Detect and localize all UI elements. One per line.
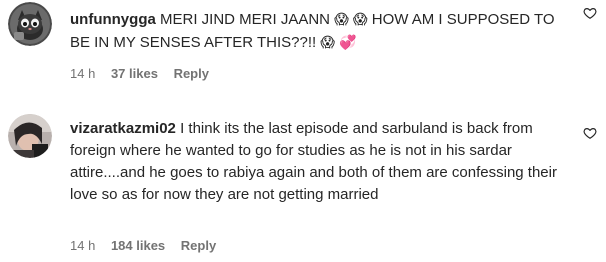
comment-text: vizaratkazmi02 I think its the last epis… bbox=[70, 118, 560, 206]
screaming-face-emoji-icon: 😱 bbox=[320, 34, 335, 50]
comment-meta: 14 h 184 likes Reply bbox=[70, 238, 228, 253]
comment-item: unfunnygga MERI JIND MERI JAANN 😱 😱 HOW … bbox=[0, 0, 606, 100]
heart-outline-icon[interactable] bbox=[583, 6, 597, 20]
reply-button[interactable]: Reply bbox=[181, 238, 216, 253]
comment-text: unfunnygga MERI JIND MERI JAANN 😱 😱 HOW … bbox=[70, 8, 570, 54]
comment-likes-count[interactable]: 184 likes bbox=[111, 238, 165, 253]
comment-timestamp[interactable]: 14 h bbox=[70, 238, 95, 253]
screaming-face-emoji-icon: 😱 bbox=[334, 11, 349, 27]
comment-text-part: MERI JIND MERI JAANN bbox=[160, 11, 331, 28]
reply-button[interactable]: Reply bbox=[174, 66, 209, 81]
cat-avatar-icon[interactable] bbox=[8, 2, 52, 46]
comment-username[interactable]: vizaratkazmi02 bbox=[70, 120, 176, 137]
comment-meta: 14 h 37 likes Reply bbox=[70, 66, 221, 81]
comment-item: vizaratkazmi02 I think its the last epis… bbox=[0, 104, 606, 262]
comment-likes-count[interactable]: 37 likes bbox=[111, 66, 158, 81]
revolving-hearts-emoji-icon: 💞 bbox=[339, 34, 357, 50]
person-avatar-icon[interactable] bbox=[8, 114, 52, 158]
comment-body: unfunnygga MERI JIND MERI JAANN 😱 😱 HOW … bbox=[70, 8, 570, 54]
comment-timestamp[interactable]: 14 h bbox=[70, 66, 95, 81]
heart-outline-icon[interactable] bbox=[583, 126, 597, 140]
screaming-face-emoji-icon: 😱 bbox=[352, 11, 368, 27]
comment-username[interactable]: unfunnygga bbox=[70, 11, 156, 28]
comment-body: vizaratkazmi02 I think its the last epis… bbox=[70, 118, 560, 206]
